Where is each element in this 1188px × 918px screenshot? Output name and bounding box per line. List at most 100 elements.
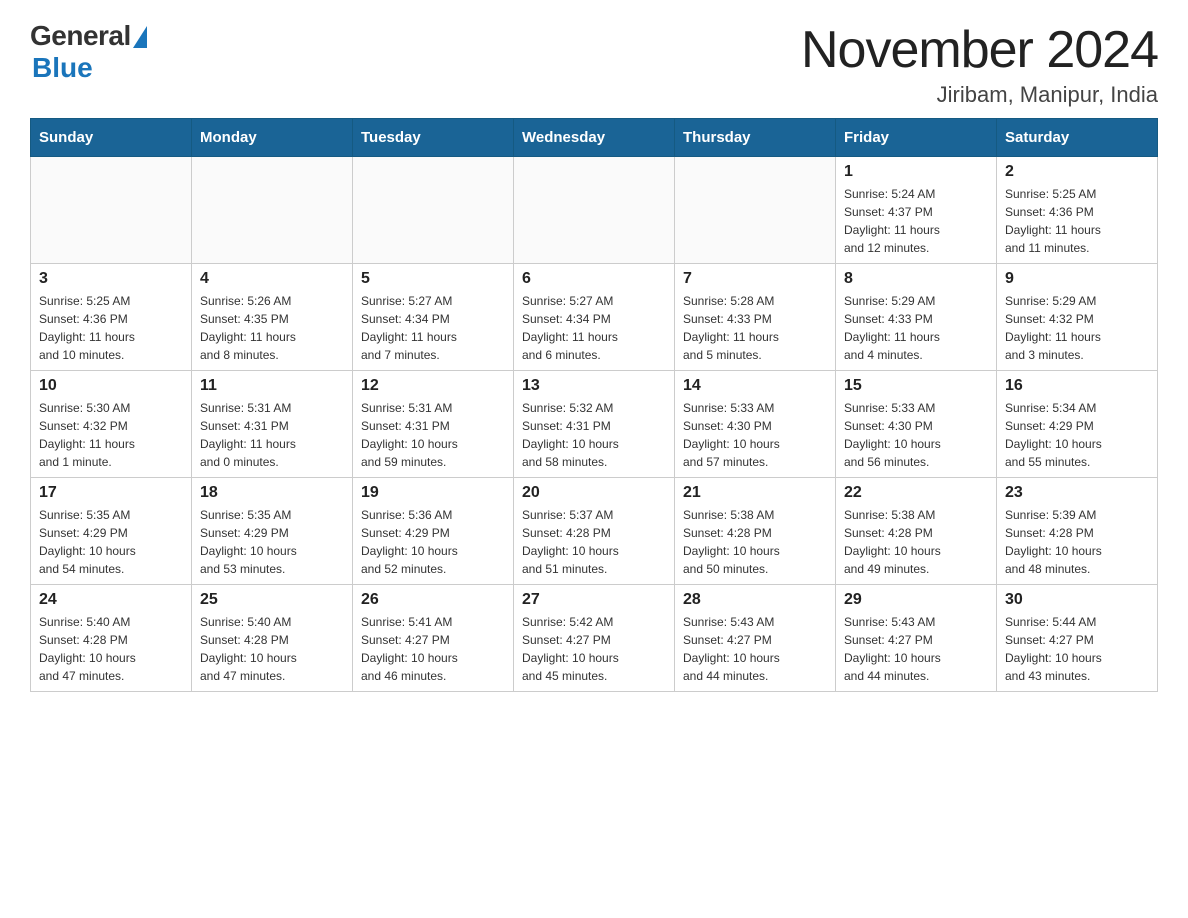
weekday-header-thursday: Thursday bbox=[675, 119, 836, 157]
calendar-cell: 11 Sunrise: 5:31 AMSunset: 4:31 PMDayligh… bbox=[192, 371, 353, 478]
day-info: Sunrise: 5:40 AMSunset: 4:28 PMDaylight:… bbox=[39, 613, 183, 685]
day-info: Sunrise: 5:33 AMSunset: 4:30 PMDaylight:… bbox=[844, 399, 988, 471]
calendar-week-row: 10Sunrise: 5:30 AMSunset: 4:32 PMDayligh… bbox=[31, 371, 1158, 478]
day-info: Sunrise: 5:32 AMSunset: 4:31 PMDaylight:… bbox=[522, 399, 666, 471]
day-number: 24 bbox=[39, 591, 183, 609]
day-info: Sunrise: 5:30 AMSunset: 4:32 PMDaylight:… bbox=[39, 399, 183, 471]
calendar-cell: 10Sunrise: 5:30 AMSunset: 4:32 PMDayligh… bbox=[31, 371, 192, 478]
calendar-header: SundayMondayTuesdayWednesdayThursdayFrid… bbox=[31, 119, 1158, 157]
calendar-cell bbox=[353, 157, 514, 264]
day-number: 9 bbox=[1005, 270, 1149, 288]
day-number: 17 bbox=[39, 484, 183, 502]
day-number: 5 bbox=[361, 270, 505, 288]
calendar-cell: 22 Sunrise: 5:38 AMSunset: 4:28 PMDayligh… bbox=[836, 478, 997, 585]
calendar-week-row: 1 Sunrise: 5:24 AMSunset: 4:37 PMDaylight… bbox=[31, 157, 1158, 264]
calendar-cell: 7Sunrise: 5:28 AMSunset: 4:33 PMDaylight… bbox=[675, 264, 836, 371]
weekday-header-wednesday: Wednesday bbox=[514, 119, 675, 157]
day-info: Sunrise: 5:43 AMSunset: 4:27 PMDaylight:… bbox=[844, 613, 988, 685]
day-number: 26 bbox=[361, 591, 505, 609]
day-number: 6 bbox=[522, 270, 666, 288]
calendar-cell: 6Sunrise: 5:27 AMSunset: 4:34 PMDaylight… bbox=[514, 264, 675, 371]
location-text: Jiribam, Manipur, India bbox=[801, 82, 1158, 108]
weekday-header-friday: Friday bbox=[836, 119, 997, 157]
day-number: 2 bbox=[1005, 163, 1149, 181]
month-title: November 2024 bbox=[801, 20, 1158, 80]
day-info: Sunrise: 5:25 AMSunset: 4:36 PMDaylight:… bbox=[39, 292, 183, 364]
calendar-cell: 2 Sunrise: 5:25 AMSunset: 4:36 PMDaylight… bbox=[997, 157, 1158, 264]
calendar-cell: 19 Sunrise: 5:36 AMSunset: 4:29 PMDayligh… bbox=[353, 478, 514, 585]
calendar-cell: 26 Sunrise: 5:41 AMSunset: 4:27 PMDayligh… bbox=[353, 585, 514, 692]
logo-general-text: General bbox=[30, 20, 131, 52]
day-info: Sunrise: 5:25 AMSunset: 4:36 PMDaylight:… bbox=[1005, 185, 1149, 257]
calendar-week-row: 24 Sunrise: 5:40 AMSunset: 4:28 PMDayligh… bbox=[31, 585, 1158, 692]
logo: General Blue bbox=[30, 20, 147, 84]
day-info: Sunrise: 5:33 AMSunset: 4:30 PMDaylight:… bbox=[683, 399, 827, 471]
day-info: Sunrise: 5:29 AMSunset: 4:33 PMDaylight:… bbox=[844, 292, 988, 364]
day-info: Sunrise: 5:31 AMSunset: 4:31 PMDaylight:… bbox=[361, 399, 505, 471]
calendar-cell: 1 Sunrise: 5:24 AMSunset: 4:37 PMDaylight… bbox=[836, 157, 997, 264]
day-info: Sunrise: 5:38 AMSunset: 4:28 PMDaylight:… bbox=[844, 506, 988, 578]
day-info: Sunrise: 5:44 AMSunset: 4:27 PMDaylight:… bbox=[1005, 613, 1149, 685]
calendar-cell: 23 Sunrise: 5:39 AMSunset: 4:28 PMDayligh… bbox=[997, 478, 1158, 585]
calendar-body: 1 Sunrise: 5:24 AMSunset: 4:37 PMDaylight… bbox=[31, 157, 1158, 692]
calendar-cell: 12Sunrise: 5:31 AMSunset: 4:31 PMDayligh… bbox=[353, 371, 514, 478]
day-info: Sunrise: 5:34 AMSunset: 4:29 PMDaylight:… bbox=[1005, 399, 1149, 471]
weekday-header-monday: Monday bbox=[192, 119, 353, 157]
calendar-cell bbox=[31, 157, 192, 264]
day-number: 14 bbox=[683, 377, 827, 395]
calendar-cell: 28Sunrise: 5:43 AMSunset: 4:27 PMDayligh… bbox=[675, 585, 836, 692]
calendar-cell: 27Sunrise: 5:42 AMSunset: 4:27 PMDayligh… bbox=[514, 585, 675, 692]
day-number: 21 bbox=[683, 484, 827, 502]
day-info: Sunrise: 5:26 AMSunset: 4:35 PMDaylight:… bbox=[200, 292, 344, 364]
calendar-cell: 16Sunrise: 5:34 AMSunset: 4:29 PMDayligh… bbox=[997, 371, 1158, 478]
calendar-cell: 25 Sunrise: 5:40 AMSunset: 4:28 PMDayligh… bbox=[192, 585, 353, 692]
day-number: 20 bbox=[522, 484, 666, 502]
day-info: Sunrise: 5:40 AMSunset: 4:28 PMDaylight:… bbox=[200, 613, 344, 685]
calendar-cell: 8 Sunrise: 5:29 AMSunset: 4:33 PMDaylight… bbox=[836, 264, 997, 371]
calendar-cell: 29 Sunrise: 5:43 AMSunset: 4:27 PMDayligh… bbox=[836, 585, 997, 692]
day-number: 15 bbox=[844, 377, 988, 395]
day-number: 4 bbox=[200, 270, 344, 288]
day-info: Sunrise: 5:42 AMSunset: 4:27 PMDaylight:… bbox=[522, 613, 666, 685]
weekday-header-row: SundayMondayTuesdayWednesdayThursdayFrid… bbox=[31, 119, 1158, 157]
calendar-cell bbox=[514, 157, 675, 264]
day-info: Sunrise: 5:35 AMSunset: 4:29 PMDaylight:… bbox=[200, 506, 344, 578]
day-number: 19 bbox=[361, 484, 505, 502]
day-info: Sunrise: 5:43 AMSunset: 4:27 PMDaylight:… bbox=[683, 613, 827, 685]
calendar-cell: 14 Sunrise: 5:33 AMSunset: 4:30 PMDayligh… bbox=[675, 371, 836, 478]
calendar-cell: 13Sunrise: 5:32 AMSunset: 4:31 PMDayligh… bbox=[514, 371, 675, 478]
calendar-cell: 17 Sunrise: 5:35 AMSunset: 4:29 PMDayligh… bbox=[31, 478, 192, 585]
day-info: Sunrise: 5:36 AMSunset: 4:29 PMDaylight:… bbox=[361, 506, 505, 578]
day-number: 7 bbox=[683, 270, 827, 288]
day-number: 11 bbox=[200, 377, 344, 395]
day-info: Sunrise: 5:39 AMSunset: 4:28 PMDaylight:… bbox=[1005, 506, 1149, 578]
day-number: 23 bbox=[1005, 484, 1149, 502]
day-info: Sunrise: 5:35 AMSunset: 4:29 PMDaylight:… bbox=[39, 506, 183, 578]
day-number: 30 bbox=[1005, 591, 1149, 609]
calendar-week-row: 3 Sunrise: 5:25 AMSunset: 4:36 PMDaylight… bbox=[31, 264, 1158, 371]
day-number: 8 bbox=[844, 270, 988, 288]
calendar-cell: 5Sunrise: 5:27 AMSunset: 4:34 PMDaylight… bbox=[353, 264, 514, 371]
calendar-cell: 24 Sunrise: 5:40 AMSunset: 4:28 PMDayligh… bbox=[31, 585, 192, 692]
day-info: Sunrise: 5:41 AMSunset: 4:27 PMDaylight:… bbox=[361, 613, 505, 685]
page-header: General Blue November 2024 Jiribam, Mani… bbox=[30, 20, 1158, 108]
day-number: 25 bbox=[200, 591, 344, 609]
day-number: 18 bbox=[200, 484, 344, 502]
weekday-header-sunday: Sunday bbox=[31, 119, 192, 157]
day-info: Sunrise: 5:24 AMSunset: 4:37 PMDaylight:… bbox=[844, 185, 988, 257]
day-number: 22 bbox=[844, 484, 988, 502]
day-info: Sunrise: 5:31 AMSunset: 4:31 PMDaylight:… bbox=[200, 399, 344, 471]
calendar-cell: 21Sunrise: 5:38 AMSunset: 4:28 PMDayligh… bbox=[675, 478, 836, 585]
logo-blue-text: Blue bbox=[32, 52, 93, 84]
day-info: Sunrise: 5:37 AMSunset: 4:28 PMDaylight:… bbox=[522, 506, 666, 578]
calendar-cell bbox=[192, 157, 353, 264]
calendar-cell: 30 Sunrise: 5:44 AMSunset: 4:27 PMDayligh… bbox=[997, 585, 1158, 692]
calendar-cell: 4 Sunrise: 5:26 AMSunset: 4:35 PMDaylight… bbox=[192, 264, 353, 371]
weekday-header-tuesday: Tuesday bbox=[353, 119, 514, 157]
day-number: 3 bbox=[39, 270, 183, 288]
calendar-week-row: 17 Sunrise: 5:35 AMSunset: 4:29 PMDayligh… bbox=[31, 478, 1158, 585]
weekday-header-saturday: Saturday bbox=[997, 119, 1158, 157]
calendar-cell: 20 Sunrise: 5:37 AMSunset: 4:28 PMDayligh… bbox=[514, 478, 675, 585]
day-number: 1 bbox=[844, 163, 988, 181]
day-number: 29 bbox=[844, 591, 988, 609]
